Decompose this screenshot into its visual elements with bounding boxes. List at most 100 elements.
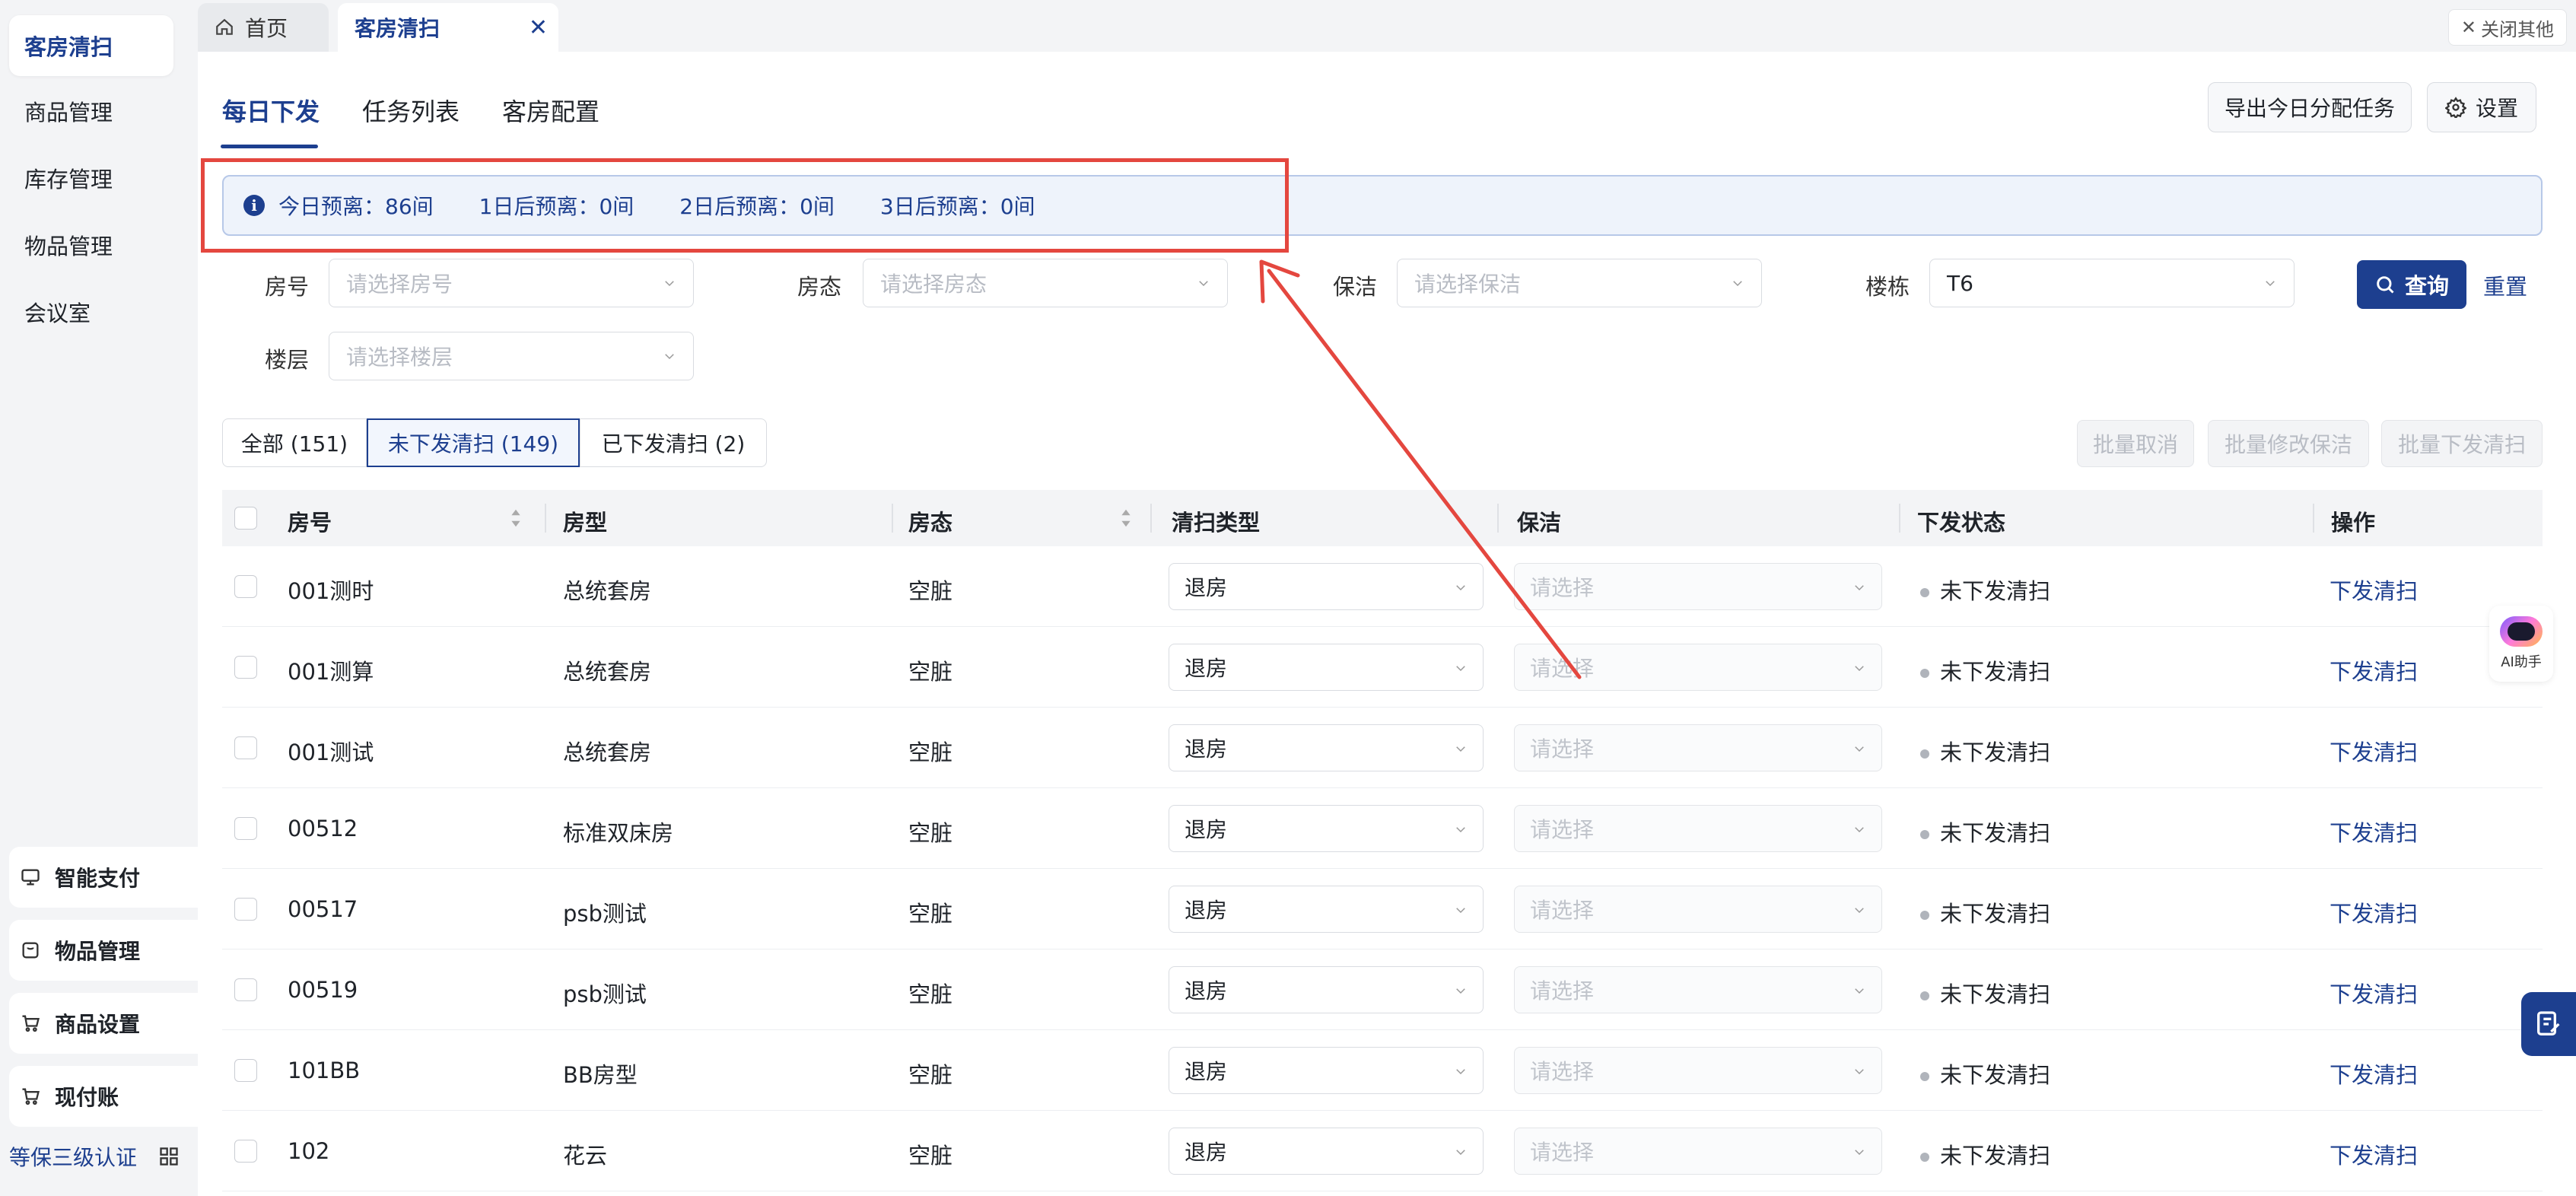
status-dot: [1920, 749, 1929, 759]
segment-all[interactable]: 全部 (151): [222, 418, 367, 467]
room-status: 空脏: [908, 740, 953, 765]
row-checkbox[interactable]: [234, 1059, 257, 1082]
row-checkbox[interactable]: [234, 656, 257, 679]
cleaner-row-select[interactable]: 请选择: [1514, 805, 1882, 852]
ai-assistant-button[interactable]: AI助手: [2489, 606, 2553, 682]
room-type: psb测试: [563, 981, 647, 1007]
dispatch-state: 未下发清扫: [1920, 896, 2050, 928]
subtab-room-config[interactable]: 客房配置: [502, 93, 599, 128]
dispatch-clean-link[interactable]: 下发清扫: [2330, 735, 2418, 767]
chevron-down-icon: [1456, 746, 1465, 752]
row-checkbox[interactable]: [234, 736, 257, 759]
column-divider: [545, 504, 546, 533]
room-number: 001测试: [288, 740, 374, 765]
segment-not-dispatched[interactable]: 未下发清扫 (149): [367, 418, 580, 467]
chevron-down-icon: [1456, 827, 1465, 833]
select-all-checkbox[interactable]: [234, 507, 257, 530]
dispatch-state: 未下发清扫: [1920, 735, 2050, 767]
clean-type-select[interactable]: 退房: [1169, 563, 1484, 610]
clean-type-select[interactable]: 退房: [1169, 1128, 1484, 1175]
dispatch-clean-link[interactable]: 下发清扫: [2330, 654, 2418, 686]
segment-dispatched[interactable]: 已下发清扫 (2): [580, 418, 767, 467]
col-clean-type: 清扫类型: [1172, 510, 1261, 536]
cert-link[interactable]: 等保三级认证: [9, 1141, 180, 1172]
status-dot: [1920, 1153, 1929, 1162]
row-checkbox[interactable]: [234, 817, 257, 840]
building-select[interactable]: T6: [1929, 259, 2295, 307]
row-checkbox[interactable]: [234, 898, 257, 921]
cleaner-row-select[interactable]: 请选择: [1514, 563, 1882, 610]
sidebar-item-room-cleaning[interactable]: 客房清扫: [9, 15, 173, 76]
close-icon[interactable]: ✕: [529, 14, 548, 41]
dispatch-clean-link[interactable]: 下发清扫: [2330, 816, 2418, 848]
sort-icon[interactable]: [508, 507, 523, 530]
sidebar-item-goods[interactable]: 商品管理: [9, 81, 173, 142]
cleaner-row-select[interactable]: 请选择: [1514, 1128, 1882, 1175]
row-checkbox[interactable]: [234, 978, 257, 1001]
sidebar-item-inventory[interactable]: 库存管理: [9, 148, 173, 208]
sidebar-bottom-goods-settings[interactable]: 商品设置: [9, 993, 225, 1054]
room-filter-label: 房号: [264, 274, 309, 300]
chevron-down-icon: [1855, 988, 1864, 994]
export-tasks-button[interactable]: 导出今日分配任务: [2208, 82, 2412, 132]
col-room: 房号: [288, 510, 332, 536]
room-status: 空脏: [908, 901, 953, 927]
tab-room-cleaning[interactable]: 客房清扫 ✕: [338, 3, 558, 52]
clean-type-select[interactable]: 退房: [1169, 886, 1484, 933]
row-checkbox[interactable]: [234, 1140, 257, 1163]
cleaner-select[interactable]: 请选择保洁: [1397, 259, 1762, 307]
cleaner-row-select[interactable]: 请选择: [1514, 724, 1882, 771]
subtab-daily-dispatch[interactable]: 每日下发: [222, 93, 320, 128]
sidebar-item-items[interactable]: 物品管理: [9, 215, 173, 275]
batch-cancel-button[interactable]: 批量取消: [2077, 420, 2194, 467]
status-dot: [1920, 911, 1929, 920]
tab-home[interactable]: 首页: [198, 3, 329, 52]
room-status: 空脏: [908, 981, 953, 1007]
dispatch-clean-link[interactable]: 下发清扫: [2330, 574, 2418, 606]
clean-type-select[interactable]: 退房: [1169, 644, 1484, 691]
column-divider: [1497, 504, 1499, 533]
settings-button[interactable]: 设置: [2427, 82, 2536, 132]
chevron-down-icon: [1855, 666, 1864, 672]
reset-link[interactable]: 重置: [2483, 269, 2527, 301]
dispatch-clean-link[interactable]: 下发清扫: [2330, 1058, 2418, 1089]
box-icon: [22, 942, 39, 959]
sidebar-bottom-cash-account[interactable]: 现付账: [9, 1066, 225, 1127]
cleaner-row-select[interactable]: 请选择: [1514, 1047, 1882, 1094]
cleaner-row-select[interactable]: 请选择: [1514, 886, 1882, 933]
batch-change-cleaner-button[interactable]: 批量修改保洁: [2208, 420, 2369, 467]
cleaner-row-select[interactable]: 请选择: [1514, 644, 1882, 691]
dispatch-clean-link[interactable]: 下发清扫: [2330, 896, 2418, 928]
tab-bar: 首页 客房清扫 ✕ ✕ 关闭其他: [189, 0, 2576, 52]
clean-type-select[interactable]: 退房: [1169, 966, 1484, 1013]
cleaner-row-select[interactable]: 请选择: [1514, 966, 1882, 1013]
room-type: 总统套房: [563, 740, 652, 765]
close-others-button[interactable]: ✕ 关闭其他: [2447, 9, 2567, 46]
grid-icon[interactable]: [158, 1146, 180, 1167]
dispatch-clean-link[interactable]: 下发清扫: [2330, 977, 2418, 1009]
clean-type-select[interactable]: 退房: [1169, 724, 1484, 771]
room-type: 标准双床房: [563, 820, 674, 846]
batch-dispatch-button[interactable]: 批量下发清扫: [2381, 420, 2543, 467]
robot-icon: [2500, 616, 2543, 647]
room-status: 空脏: [908, 659, 953, 685]
clean-type-select[interactable]: 退房: [1169, 1047, 1484, 1094]
chevron-down-icon: [2266, 281, 2275, 287]
chevron-down-icon: [1855, 827, 1864, 833]
floor-filter-label: 楼层: [264, 347, 309, 373]
room-number: 102: [288, 1138, 330, 1164]
row-checkbox[interactable]: [234, 575, 257, 598]
col-room-status: 房态: [908, 510, 953, 536]
dispatch-clean-link[interactable]: 下发清扫: [2330, 1138, 2418, 1170]
sidebar-bottom-items[interactable]: 物品管理: [9, 920, 225, 981]
floating-notes-button[interactable]: [2521, 992, 2576, 1056]
query-button[interactable]: 查询: [2357, 260, 2466, 309]
floor-select[interactable]: 请选择楼层: [329, 332, 694, 380]
sidebar-item-meeting-room[interactable]: 会议室: [9, 282, 173, 342]
room-number: 00512: [288, 816, 358, 841]
sort-icon[interactable]: [1118, 507, 1134, 530]
sidebar-bottom-smart-pay[interactable]: 智能支付: [9, 847, 225, 908]
clean-type-select[interactable]: 退房: [1169, 805, 1484, 852]
subtab-task-list[interactable]: 任务列表: [362, 93, 460, 128]
sidebar: 客房清扫 商品管理 库存管理 物品管理 会议室 智能支付 物品管理 商品设置 现…: [0, 0, 225, 1196]
